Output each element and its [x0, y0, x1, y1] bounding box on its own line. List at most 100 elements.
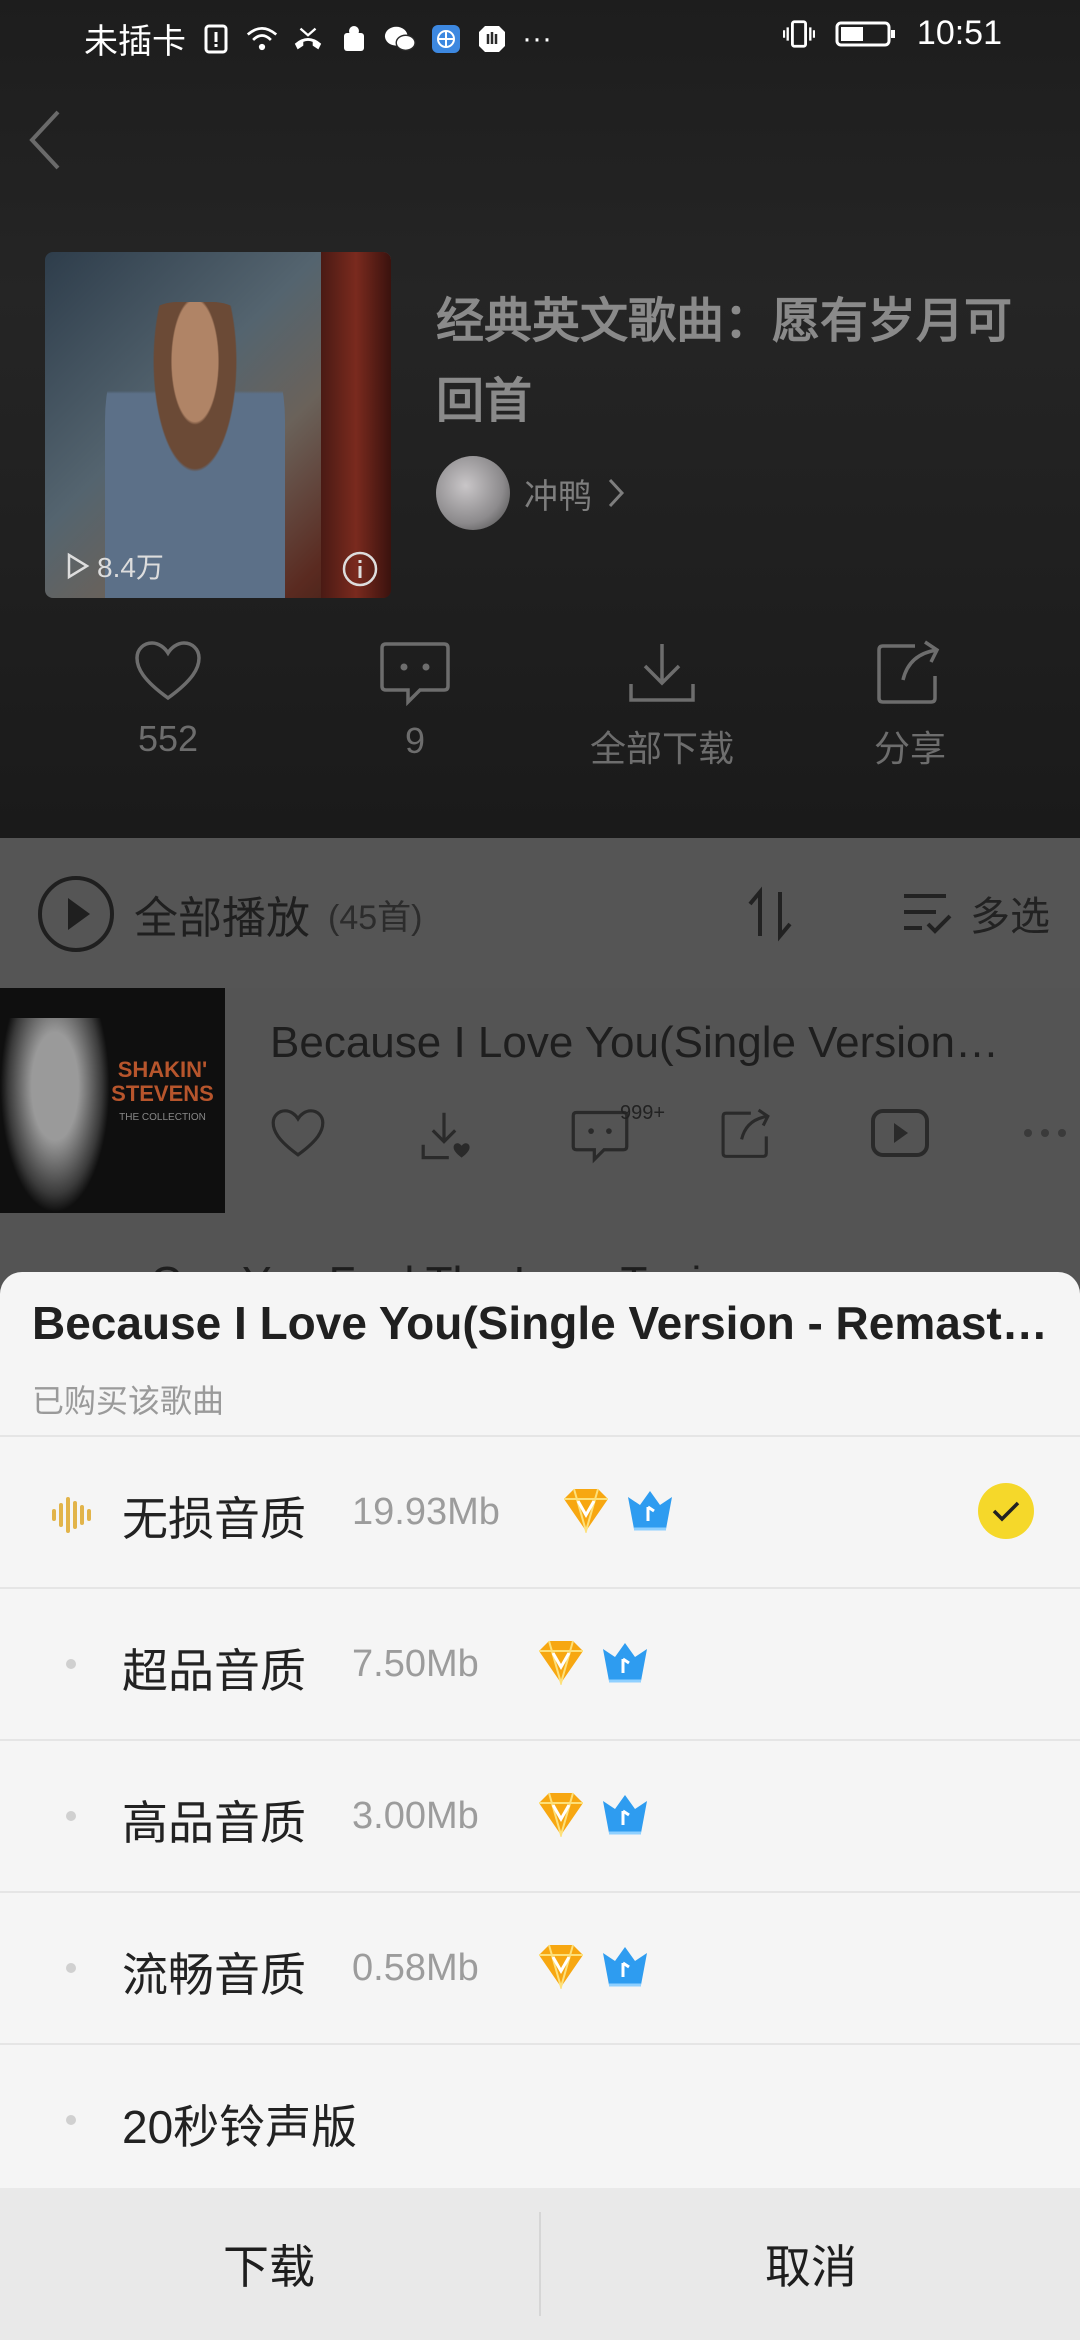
play-all-bar: 全部播放 (45首) 多选 — [0, 838, 1080, 988]
share-icon — [721, 1108, 770, 1158]
header-actions: 552 9 全部下载 分享 — [0, 640, 1080, 800]
cancel-button[interactable]: 取消 — [542, 2188, 1080, 2340]
play-count-value: 8.4万 — [97, 552, 164, 583]
app-notification-icon — [338, 23, 370, 55]
sort-icon — [748, 886, 792, 942]
multi-select-label: 多选 — [970, 895, 1050, 939]
comment-button[interactable]: 9 — [315, 640, 515, 762]
play-all-count: (45首) — [328, 898, 423, 937]
share-label: 分享 — [873, 728, 946, 769]
multi-select-icon — [904, 894, 952, 934]
play-all-button[interactable]: 全部播放 (45首) — [36, 874, 422, 954]
quality-sheet: Because I Love You(Single Version - Rema… — [0, 1272, 1080, 2340]
art-line-2: STEVENS — [111, 1081, 214, 1106]
comment-badge: 999+ — [620, 1102, 666, 1124]
song-art-face — [0, 1018, 110, 1213]
song-more-button[interactable] — [1020, 1108, 1080, 1178]
quality-option-ringtone[interactable]: 20秒铃声版 — [0, 2045, 1080, 2195]
play-count-icon — [67, 552, 90, 580]
vibrate-icon — [782, 18, 815, 50]
quality-badges — [535, 1943, 651, 1989]
song-row[interactable]: SHAKIN' STEVENS THE COLLECTION Because I… — [0, 988, 1080, 1214]
diamond-vip-icon — [564, 1488, 608, 1533]
like-count: 552 — [137, 718, 199, 759]
crown-vip-icon — [628, 1491, 672, 1531]
hand-app-icon — [476, 23, 508, 55]
comment-count: 9 — [404, 720, 426, 761]
song-comment-button[interactable]: 999+ — [570, 1102, 720, 1178]
more-icon — [1024, 1129, 1066, 1137]
sheet-footer: 下载 取消 — [0, 2188, 1080, 2340]
heart-icon — [135, 641, 201, 701]
quality-badges — [560, 1487, 676, 1533]
download-button[interactable]: 下载 — [0, 2188, 538, 2340]
quality-size: 7.50Mb — [352, 1643, 479, 1685]
sort-button[interactable] — [742, 886, 798, 947]
crown-vip-icon — [603, 1947, 647, 1987]
song-actions: 999+ — [270, 1102, 1080, 1178]
status-left: 未插卡 ··· — [84, 14, 552, 63]
sheet-title: Because I Love You(Single Version - Rema… — [32, 1297, 1052, 1349]
quality-option-super[interactable]: 超品音质 7.50Mb — [0, 1589, 1080, 1739]
crown-vip-icon — [603, 1643, 647, 1683]
bullet-dot — [66, 1659, 76, 1669]
quality-badges — [535, 1791, 651, 1837]
sheet-subtitle: 已购买该歌曲 — [32, 1383, 225, 1419]
play-all-label: 全部播放 — [134, 894, 310, 943]
quality-option-high[interactable]: 高品音质 3.00Mb — [0, 1741, 1080, 1891]
wave-icon — [50, 1495, 94, 1540]
bullet-dot — [66, 2115, 76, 2125]
art-line-3: THE COLLECTION — [119, 1112, 206, 1123]
browser-icon — [430, 23, 462, 55]
download-icon — [629, 644, 695, 702]
play-count: 8.4万 — [65, 546, 164, 586]
chevron-right-icon — [608, 478, 625, 508]
song-mv-button[interactable] — [870, 1108, 1020, 1178]
quality-label: 高品音质 — [122, 1797, 306, 1849]
wechat-icon — [384, 23, 416, 55]
avatar — [436, 456, 510, 530]
quality-label: 超品音质 — [122, 1645, 306, 1697]
quality-size: 3.00Mb — [352, 1795, 479, 1837]
sim-alert-icon — [200, 23, 232, 55]
quality-option-smooth[interactable]: 流畅音质 0.58Mb — [0, 1893, 1080, 2043]
bullet-dot — [66, 1963, 76, 1973]
selected-check-icon — [978, 1483, 1034, 1539]
wifi-icon — [246, 23, 278, 55]
cover-curtain — [321, 252, 391, 598]
clock-text: 10:51 — [916, 14, 1002, 52]
song-share-button[interactable] — [720, 1108, 870, 1178]
missed-call-icon — [292, 23, 324, 55]
quality-size: 0.58Mb — [352, 1947, 479, 1989]
playlist-header: 未插卡 ··· 10:51 8.4万 经典英文歌曲：愿有岁月可回首 冲鸭 552… — [0, 0, 1080, 838]
quality-badges — [535, 1639, 651, 1685]
quality-option-lossless[interactable]: 无损音质 19.93Mb — [0, 1437, 1080, 1587]
song-art-text: SHAKIN' STEVENS THE COLLECTION — [100, 1058, 225, 1130]
creator-name: 冲鸭 — [524, 477, 592, 516]
like-button[interactable]: 552 — [68, 640, 268, 760]
download-all-label: 全部下载 — [589, 728, 734, 769]
song-like-button[interactable] — [270, 1108, 420, 1178]
play-circle-icon — [38, 876, 114, 952]
diamond-vip-icon — [539, 1640, 583, 1685]
playlist-cover[interactable]: 8.4万 — [45, 252, 391, 598]
quality-size: 19.93Mb — [352, 1491, 500, 1533]
song-download-button[interactable] — [420, 1108, 570, 1178]
playlist-title: 经典英文歌曲：愿有岁月可回首 — [436, 295, 1013, 428]
crown-vip-icon — [603, 1795, 647, 1835]
back-button[interactable] — [24, 108, 84, 178]
download-heart-icon — [421, 1112, 470, 1160]
more-notifications-icon: ··· — [522, 21, 552, 55]
quality-label: 20秒铃声版 — [122, 2101, 358, 2153]
quality-label: 流畅音质 — [122, 1949, 306, 2001]
diamond-vip-icon — [539, 1944, 583, 1989]
share-icon — [877, 640, 940, 704]
multi-select-button[interactable]: 多选 — [902, 884, 1050, 942]
share-button[interactable]: 分享 — [810, 640, 1010, 772]
download-all-button[interactable]: 全部下载 — [562, 640, 762, 772]
status-bar: 未插卡 ··· 10:51 — [0, 0, 1080, 72]
info-icon[interactable] — [341, 550, 379, 588]
heart-icon — [271, 1109, 325, 1157]
creator-link[interactable]: 冲鸭 — [436, 456, 626, 530]
video-icon — [871, 1109, 929, 1157]
